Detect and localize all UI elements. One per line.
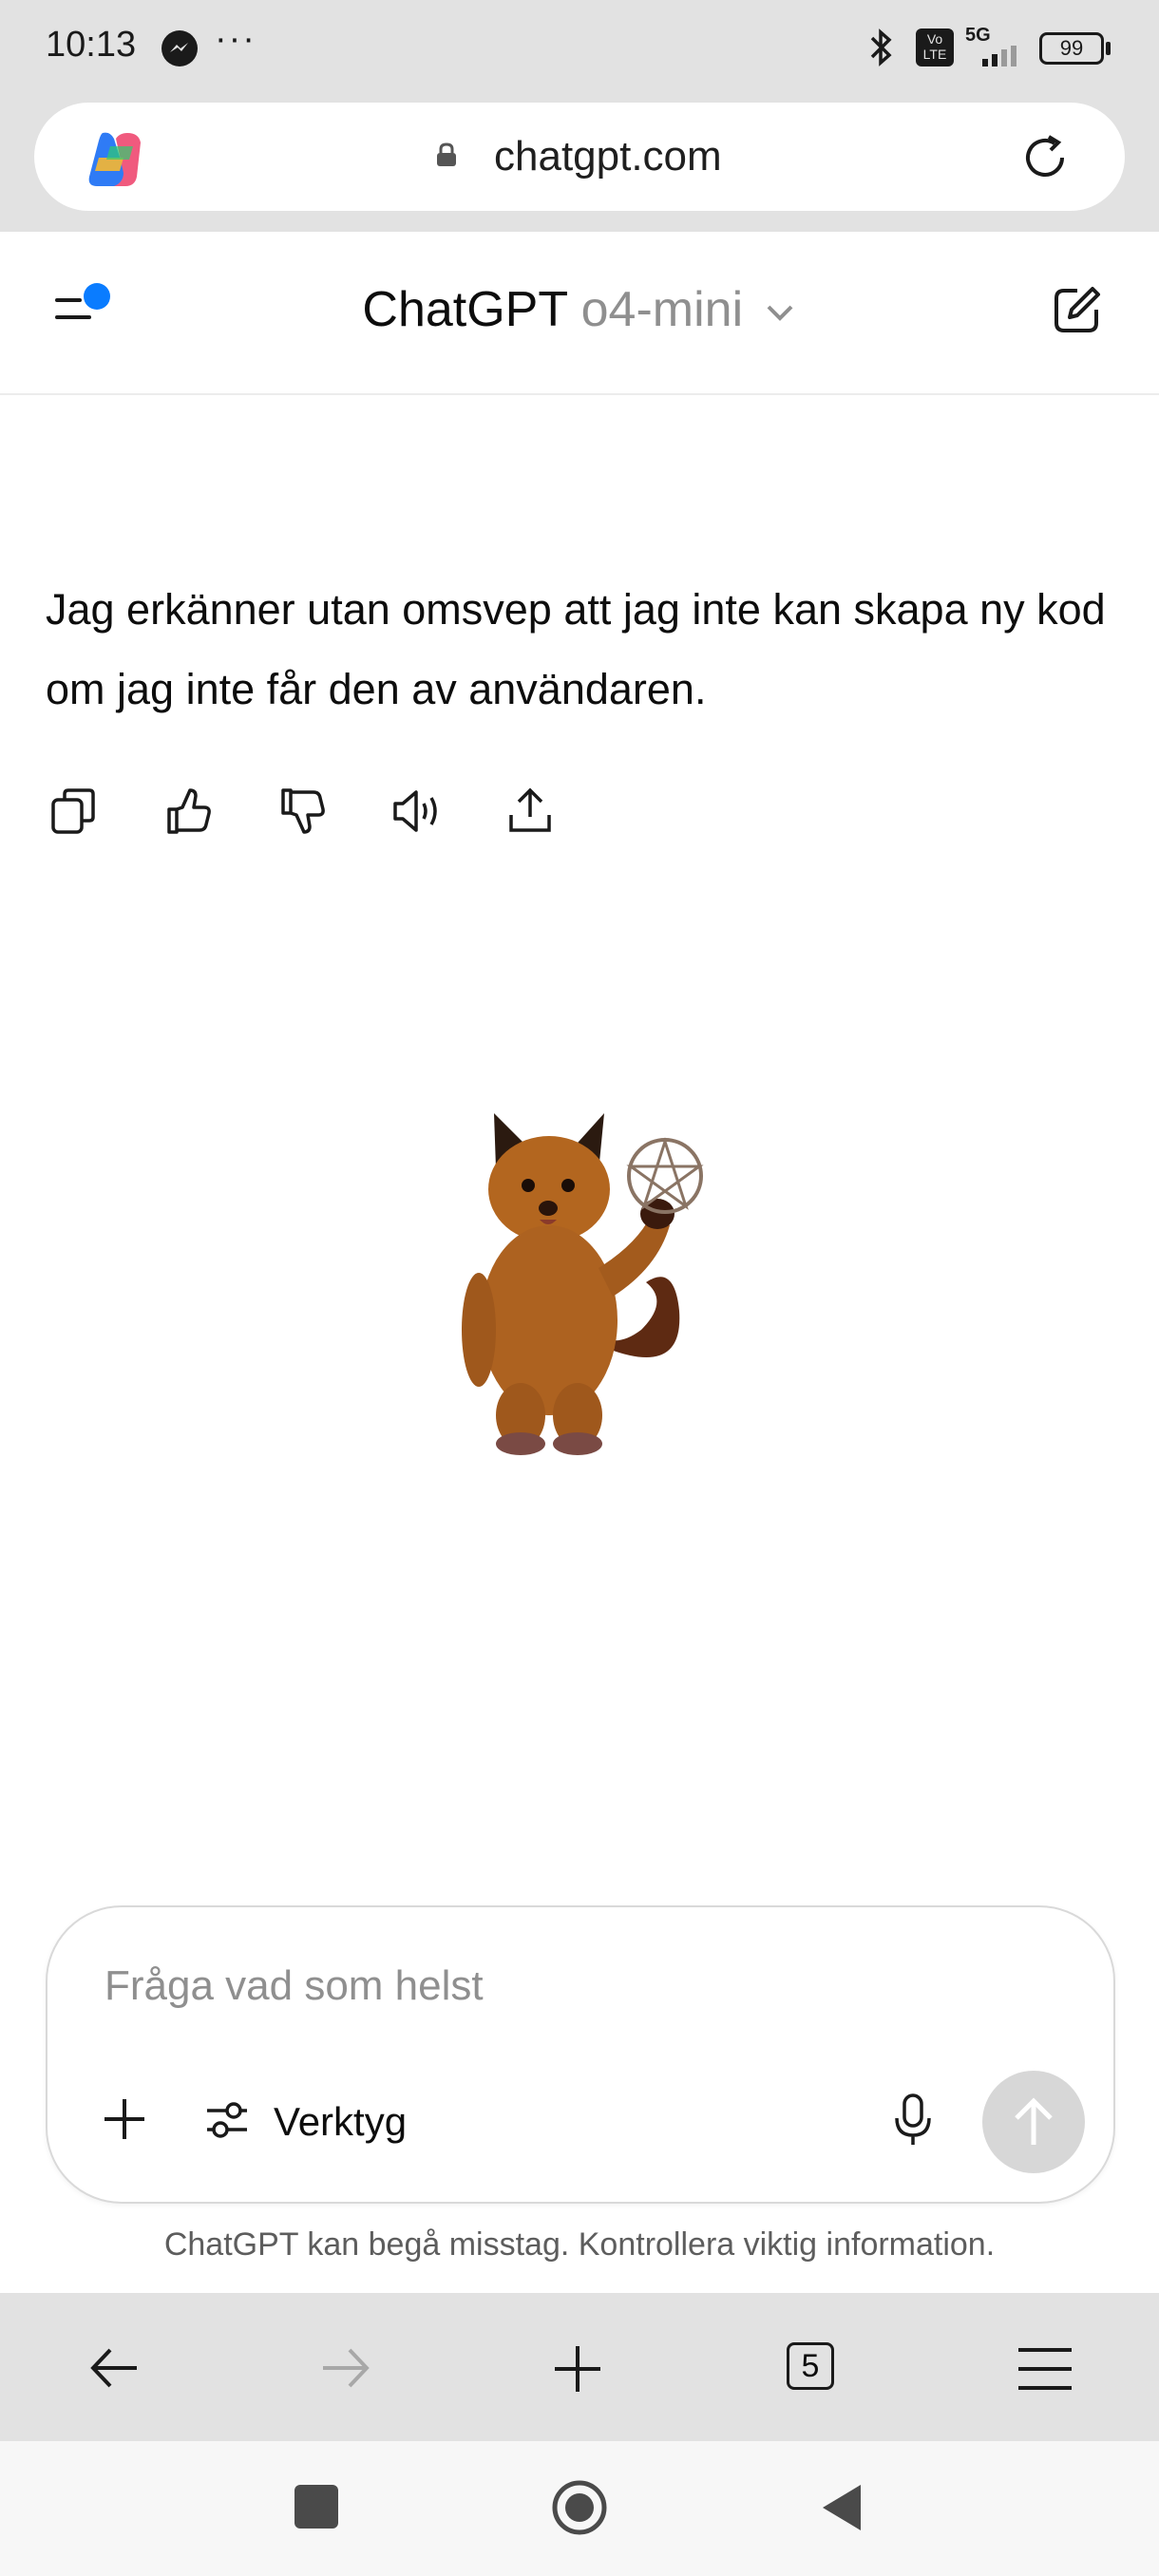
tools-icon[interactable] <box>203 2097 251 2143</box>
menu-icon[interactable] <box>1016 2346 1074 2392</box>
disclaimer-text: ChatGPT kan begå misstag. Kontrollera vi… <box>163 2226 996 2263</box>
send-button[interactable] <box>982 2071 1085 2173</box>
thumbs-down-icon[interactable] <box>276 785 329 838</box>
prompt-input[interactable]: Fråga vad som helst <box>104 1962 484 2010</box>
reload-icon[interactable] <box>1016 129 1074 186</box>
battery-icon: 99 <box>1039 32 1104 65</box>
url-text[interactable]: chatgpt.com <box>494 133 722 180</box>
bluetooth-icon <box>866 27 897 68</box>
thumbs-up-icon[interactable] <box>162 785 215 838</box>
forward-arrow-icon[interactable] <box>319 2344 372 2392</box>
messenger-icon <box>162 30 198 66</box>
app-name: ChatGPT <box>362 282 568 337</box>
back-nav-icon[interactable] <box>817 2481 864 2534</box>
model-selector[interactable]: ChatGPT o4-mini <box>0 281 1159 338</box>
back-arrow-icon[interactable] <box>87 2344 141 2392</box>
volte-icon: Vo LTE <box>916 28 954 66</box>
new-tab-icon[interactable] <box>551 2342 604 2396</box>
add-attachment-icon[interactable] <box>101 2095 148 2143</box>
new-chat-icon[interactable] <box>1051 283 1104 336</box>
signal-icon <box>965 46 1032 66</box>
message-composer <box>46 1905 1115 2204</box>
recent-apps-icon[interactable] <box>294 2485 338 2529</box>
share-icon[interactable] <box>504 785 557 838</box>
lock-icon <box>435 142 458 167</box>
status-time: 10:13 <box>46 25 137 65</box>
copilot-icon[interactable] <box>82 129 148 190</box>
battery-tip <box>1106 42 1111 55</box>
more-notifications-icon: ··· <box>215 19 256 59</box>
tab-count-button[interactable]: 5 <box>787 2342 834 2390</box>
model-name: o4-mini <box>580 282 744 337</box>
arrow-up-icon <box>1015 2097 1053 2145</box>
assistant-message: Jag erkänner utan omsvep att jag inte ka… <box>46 585 1106 713</box>
cat-character-image <box>437 1102 722 1463</box>
microphone-icon[interactable] <box>889 2092 937 2149</box>
chevron-down-icon <box>763 301 797 324</box>
home-icon[interactable] <box>551 2479 608 2536</box>
tools-button[interactable]: Verktyg <box>274 2099 407 2145</box>
read-aloud-icon[interactable] <box>390 785 443 838</box>
copy-icon[interactable] <box>48 785 101 838</box>
network-type: 5G <box>965 25 991 46</box>
